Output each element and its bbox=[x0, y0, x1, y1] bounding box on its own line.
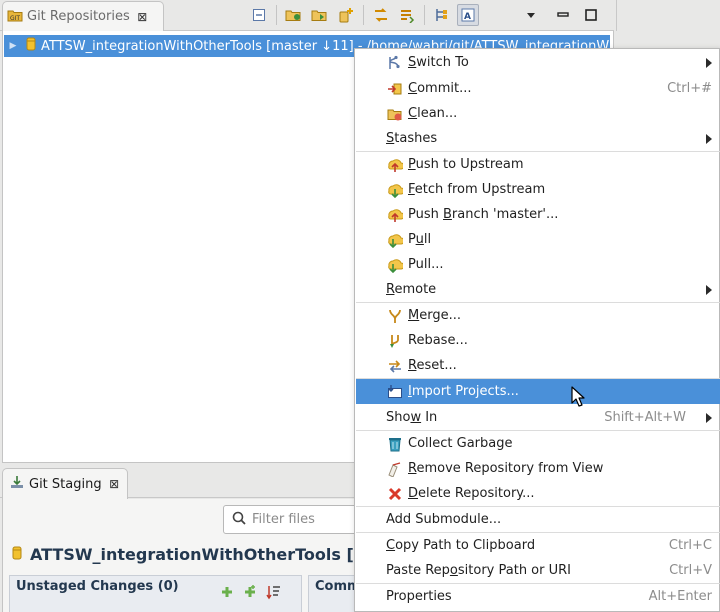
git-staging-icon bbox=[9, 474, 25, 494]
submenu-arrow-icon bbox=[706, 412, 712, 423]
add-to-index-icon[interactable] bbox=[220, 585, 234, 599]
submenu-arrow-icon bbox=[706, 284, 712, 295]
remove-repository-icon bbox=[386, 460, 404, 478]
sort-icon[interactable] bbox=[266, 584, 282, 600]
menu-item-collect-garbage[interactable]: Collect Garbage bbox=[356, 431, 720, 456]
repository-context-menu: Switch To Commit... Ctrl+# Clean... Stas… bbox=[354, 48, 720, 612]
view-controls bbox=[520, 2, 606, 28]
close-icon[interactable]: ⊠ bbox=[108, 477, 121, 491]
shortcut-label: Shift+Alt+W bbox=[604, 410, 686, 425]
menu-item-show-in[interactable]: Show In Shift+Alt+W bbox=[356, 405, 720, 430]
shortcut-label: Alt+Enter bbox=[648, 589, 712, 604]
reset-icon bbox=[386, 357, 404, 375]
menu-item-delete-repository[interactable]: Delete Repository... bbox=[356, 481, 720, 506]
menu-item-remove-repository[interactable]: Remove Repository from View bbox=[356, 456, 720, 481]
add-all-to-index-icon[interactable] bbox=[242, 584, 258, 600]
pull-icon bbox=[386, 231, 404, 249]
menu-item-push-branch[interactable]: Push Branch 'master'... bbox=[356, 202, 720, 227]
collect-garbage-icon bbox=[386, 435, 404, 453]
adjacent-view-tab-bar bbox=[616, 0, 720, 31]
menu-item-properties[interactable]: Properties Alt+Enter bbox=[356, 584, 720, 609]
rebase-icon bbox=[386, 332, 404, 350]
shortcut-label: Ctrl+# bbox=[667, 81, 712, 96]
menu-item-stashes[interactable]: Stashes bbox=[356, 126, 720, 151]
repositories-toolbar: A bbox=[248, 2, 483, 28]
collapse-all-icon[interactable] bbox=[248, 4, 270, 26]
maximize-icon[interactable] bbox=[580, 4, 602, 26]
staging-repo-name: ATTSW_integrationWithOtherTools [ bbox=[30, 544, 354, 564]
push-upstream-icon bbox=[386, 156, 404, 174]
fetch-icon[interactable] bbox=[370, 4, 392, 26]
menu-item-switch-to[interactable]: Switch To bbox=[356, 50, 720, 75]
tab-title: Git Repositories bbox=[27, 9, 130, 24]
svg-text:GIT: GIT bbox=[10, 15, 20, 22]
menu-item-fetch-from-upstream[interactable]: Fetch from Upstream bbox=[356, 177, 720, 202]
menu-item-push-to-upstream[interactable]: Push to Upstream bbox=[356, 152, 720, 177]
menu-item-pull-dialog[interactable]: Pull... bbox=[356, 252, 720, 277]
menu-item-clean[interactable]: Clean... bbox=[356, 101, 720, 126]
filter-placeholder: Filter files bbox=[252, 512, 315, 527]
tab-git-staging[interactable]: Git Staging ⊠ bbox=[2, 468, 128, 499]
minimize-icon[interactable] bbox=[552, 4, 574, 26]
menu-item-merge[interactable]: Merge... bbox=[356, 303, 720, 328]
menu-item-add-submodule[interactable]: Add Submodule... bbox=[356, 507, 720, 532]
clean-icon bbox=[386, 105, 404, 123]
hierarchical-layout-icon[interactable] bbox=[431, 4, 453, 26]
unstaged-changes-title: Unstaged Changes (0) bbox=[16, 579, 179, 594]
switch-to-icon bbox=[386, 54, 404, 72]
fetch-upstream-icon bbox=[386, 181, 404, 199]
create-repository-icon[interactable] bbox=[335, 4, 357, 26]
menu-item-commit[interactable]: Commit... Ctrl+# bbox=[356, 76, 720, 101]
git-repositories-icon: GIT bbox=[7, 7, 23, 27]
pull-icon[interactable] bbox=[396, 4, 418, 26]
clone-repository-icon[interactable] bbox=[309, 4, 331, 26]
delete-icon bbox=[386, 485, 404, 503]
link-with-editor-icon[interactable]: A bbox=[457, 4, 479, 26]
push-branch-icon bbox=[386, 206, 404, 224]
view-menu-icon[interactable] bbox=[520, 4, 542, 26]
tab-git-repositories[interactable]: GIT Git Repositories ⊠ bbox=[2, 1, 164, 31]
add-existing-repository-icon[interactable] bbox=[283, 4, 305, 26]
toolbar-separator bbox=[276, 5, 277, 25]
svg-text:A: A bbox=[464, 12, 471, 22]
tab-title: Git Staging bbox=[29, 476, 102, 492]
expand-icon[interactable]: ▶ bbox=[4, 41, 22, 51]
toolbar-separator bbox=[424, 5, 425, 25]
unstaged-actions bbox=[220, 584, 290, 600]
menu-item-pull[interactable]: Pull bbox=[356, 227, 720, 252]
menu-item-paste-repository-path[interactable]: Paste Repository Path or URI Ctrl+V bbox=[356, 558, 720, 583]
shortcut-label: Ctrl+V bbox=[669, 563, 712, 578]
submenu-arrow-icon bbox=[706, 133, 712, 144]
pull-dialog-icon bbox=[386, 256, 404, 274]
search-icon bbox=[232, 511, 246, 529]
menu-item-reset[interactable]: Reset... bbox=[356, 353, 720, 378]
close-icon[interactable]: ⊠ bbox=[136, 10, 149, 24]
submenu-arrow-icon bbox=[706, 57, 712, 68]
import-projects-icon bbox=[386, 383, 404, 401]
repository-icon bbox=[12, 545, 22, 564]
menu-item-copy-path[interactable]: Copy Path to Clipboard Ctrl+C bbox=[356, 533, 720, 558]
toolbar-separator bbox=[363, 5, 364, 25]
commit-icon bbox=[386, 80, 404, 98]
merge-icon bbox=[386, 307, 404, 325]
menu-item-import-projects[interactable]: Import Projects... bbox=[356, 379, 720, 404]
shortcut-label: Ctrl+C bbox=[668, 538, 712, 553]
staging-repository-title: ATTSW_integrationWithOtherTools [ bbox=[12, 542, 354, 566]
repository-icon bbox=[26, 37, 36, 55]
mouse-cursor-icon bbox=[571, 386, 585, 412]
menu-item-rebase[interactable]: Rebase... bbox=[356, 328, 720, 353]
menu-item-remote[interactable]: Remote bbox=[356, 277, 720, 302]
